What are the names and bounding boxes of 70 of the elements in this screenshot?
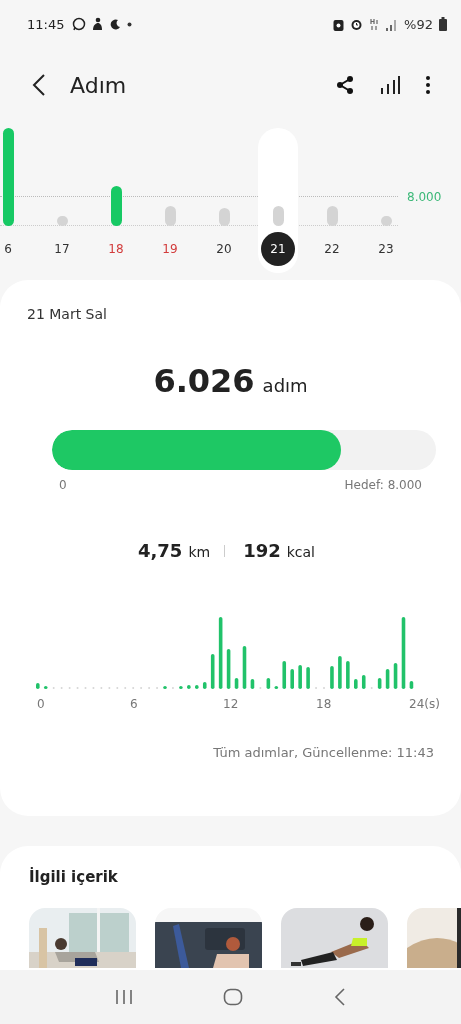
chat-icon <box>72 17 87 31</box>
status-time: 11:45 <box>27 16 65 32</box>
day-tab[interactable]: 20 <box>204 128 244 273</box>
section-title: İlgili içerik <box>29 868 119 886</box>
back-nav-icon <box>333 988 346 1006</box>
hour-bar <box>282 661 287 689</box>
figure-icon <box>92 17 104 31</box>
hour-bar <box>330 666 334 689</box>
hour-bar <box>218 617 223 689</box>
hour-bar <box>409 681 414 689</box>
battery-text: %92 <box>404 16 433 32</box>
hour-bar <box>393 663 398 689</box>
calories-unit: kcal <box>286 544 315 560</box>
hour-bar <box>377 678 382 689</box>
axis-label: 18 <box>316 697 332 711</box>
hour-bar <box>401 617 406 689</box>
page-title: Adım <box>70 72 127 98</box>
hour-bar <box>163 686 167 689</box>
hour-bar <box>290 669 294 689</box>
goal-value: 8.000 <box>407 190 442 204</box>
hour-bar <box>226 649 231 689</box>
hour-bar <box>346 661 350 689</box>
distance-unit: km <box>188 544 211 560</box>
dot-icon <box>127 21 133 27</box>
axis-label: 24(s) <box>409 697 440 711</box>
hour-bar <box>187 685 191 689</box>
recent-apps-icon <box>115 989 134 1005</box>
alarm-icon <box>350 17 364 31</box>
day-tab[interactable]: 19 <box>150 128 190 273</box>
goal-label: Hedef: 8.000 <box>344 478 422 492</box>
hour-bar <box>274 686 279 689</box>
axis-label: 12 <box>223 697 239 711</box>
hour-bar <box>210 654 215 689</box>
axis-label: 6 <box>130 697 138 711</box>
axis-label: 0 <box>37 697 45 711</box>
hour-bar <box>306 667 310 689</box>
hour-bar <box>354 679 358 689</box>
day-tab[interactable]: 18 <box>96 128 136 273</box>
signal-icon <box>385 17 399 31</box>
back-icon <box>32 73 46 97</box>
day-tab[interactable]: 21 <box>258 128 298 273</box>
progress-start: 0 <box>59 478 67 492</box>
update-note: Tüm adımlar, Güncellenme: 11:43 <box>213 745 434 760</box>
date-label: 21 Mart Sal <box>27 306 108 322</box>
battery-icon <box>439 17 447 31</box>
distance-value: 4,75 <box>138 540 183 561</box>
step-count: 6.026 <box>153 362 255 400</box>
step-unit: adım <box>262 375 308 396</box>
day-tab[interactable]: 17 <box>42 128 82 273</box>
hour-bar <box>179 686 183 689</box>
hour-bar <box>361 675 366 689</box>
data-icon <box>369 17 380 31</box>
hour-bar <box>298 665 302 689</box>
hour-bar <box>266 678 271 689</box>
hour-bar <box>338 656 342 689</box>
hour-bar <box>242 646 247 689</box>
moon-icon <box>109 18 122 30</box>
hour-bar <box>250 679 255 689</box>
hour-bar <box>36 683 40 689</box>
hour-bar <box>385 669 390 689</box>
hour-bar <box>43 686 48 689</box>
hour-bar <box>202 682 207 689</box>
day-tab[interactable]: 23 <box>366 128 398 273</box>
lock-icon <box>333 17 345 31</box>
calories-value: 192 <box>243 540 281 561</box>
day-tab[interactable]: 6 <box>0 128 28 273</box>
home-icon <box>223 988 244 1006</box>
hour-bar <box>234 678 239 689</box>
day-tab[interactable]: 22 <box>312 128 352 273</box>
hour-bar <box>195 685 199 689</box>
